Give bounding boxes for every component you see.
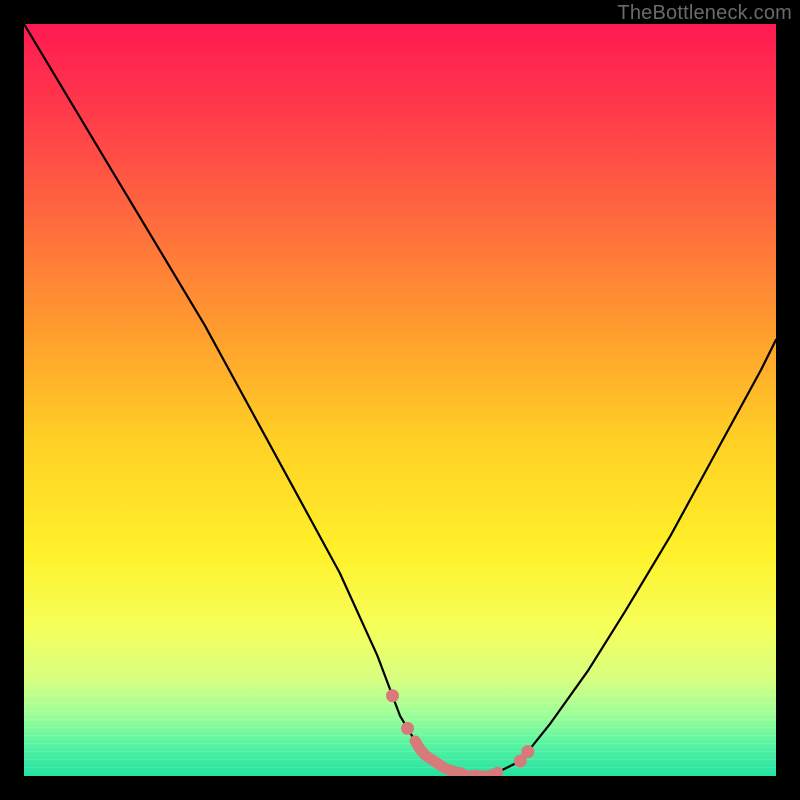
trough-markers (386, 689, 534, 776)
curve-layer (24, 24, 776, 776)
bottleneck-curve-path (24, 24, 776, 776)
plot-area (24, 24, 776, 776)
watermark-text: TheBottleneck.com (617, 2, 792, 25)
chart-frame: TheBottleneck.com (0, 0, 800, 800)
